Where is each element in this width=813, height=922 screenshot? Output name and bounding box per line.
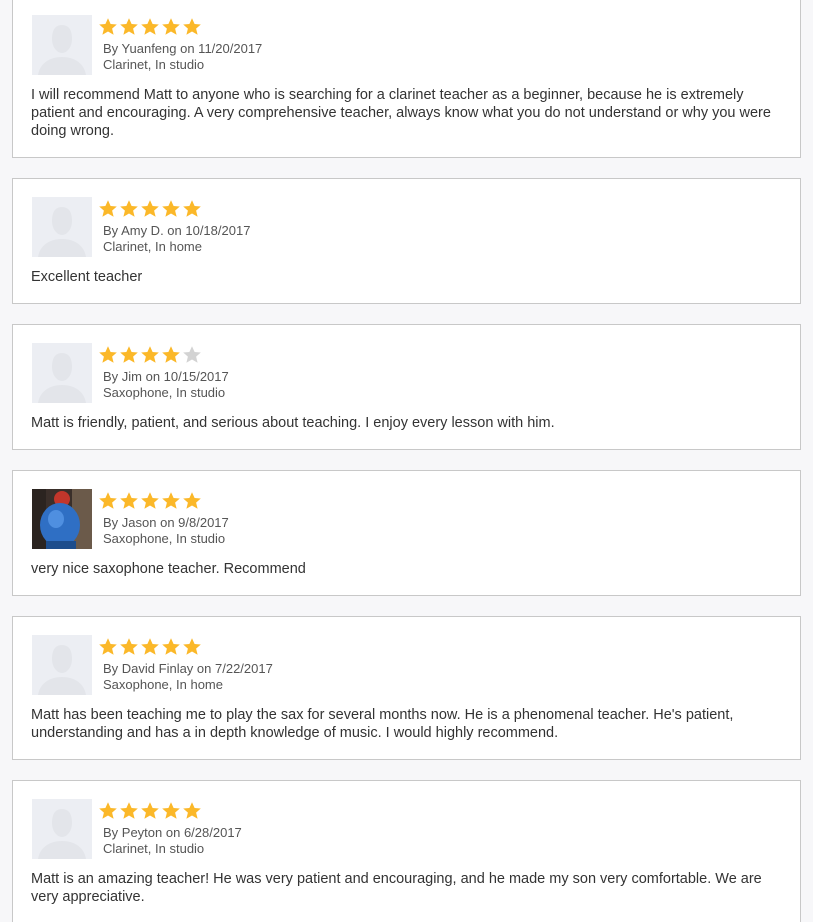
review-card: By Jim on 10/15/2017 Saxophone, In studi… <box>12 324 801 450</box>
star-filled-icon <box>183 200 201 217</box>
star-filled-icon <box>141 638 159 655</box>
star-filled-icon <box>120 638 138 655</box>
star-filled-icon <box>141 18 159 35</box>
review-text: Matt has been teaching me to play the sa… <box>31 707 734 741</box>
star-filled-icon <box>99 492 117 509</box>
star-filled-icon <box>183 18 201 35</box>
star-filled-icon <box>141 200 159 217</box>
star-filled-icon <box>120 200 138 217</box>
review-byline: By Jim on 10/15/2017 <box>103 369 229 384</box>
star-filled-icon <box>141 802 159 819</box>
star-rating <box>98 17 202 37</box>
star-filled-icon <box>99 802 117 819</box>
star-filled-icon <box>162 200 180 217</box>
star-filled-icon <box>99 346 117 363</box>
star-empty-icon <box>183 346 201 363</box>
review-byline: By Yuanfeng on 11/20/2017 <box>103 41 263 56</box>
star-filled-icon <box>99 200 117 217</box>
star-filled-icon <box>162 802 180 819</box>
star-filled-icon <box>183 802 201 819</box>
star-filled-icon <box>141 346 159 363</box>
star-rating <box>98 199 202 219</box>
reviews-list: By Yuanfeng on 11/20/2017 Clarinet, In s… <box>0 0 813 922</box>
user-photo <box>32 489 92 549</box>
lesson-type: Clarinet, In studio <box>103 57 205 72</box>
star-filled-icon <box>120 802 138 819</box>
star-rating <box>98 491 202 511</box>
star-rating <box>98 801 202 821</box>
review-card: By David Finlay on 7/22/2017 Saxophone, … <box>12 616 801 760</box>
review-byline: By David Finlay on 7/22/2017 <box>103 661 273 676</box>
review-text: Matt is friendly, patient, and serious a… <box>31 415 555 431</box>
star-filled-icon <box>183 638 201 655</box>
review-card: By Jason on 9/8/2017 Saxophone, In studi… <box>12 470 801 596</box>
review-text: Matt is an amazing teacher! He was very … <box>31 871 762 905</box>
default-avatar-icon <box>32 799 92 859</box>
star-filled-icon <box>120 346 138 363</box>
star-rating <box>98 637 202 657</box>
star-filled-icon <box>120 18 138 35</box>
review-text: I will recommend Matt to anyone who is s… <box>31 87 771 139</box>
lesson-type: Clarinet, In studio <box>103 841 205 856</box>
default-avatar-icon <box>32 635 92 695</box>
star-filled-icon <box>162 346 180 363</box>
star-filled-icon <box>162 18 180 35</box>
star-filled-icon <box>99 638 117 655</box>
default-avatar-icon <box>32 197 92 257</box>
user-photo-image <box>32 489 92 549</box>
star-filled-icon <box>183 492 201 509</box>
star-filled-icon <box>120 492 138 509</box>
default-avatar-icon <box>32 343 92 403</box>
review-card: By Peyton on 6/28/2017 Clarinet, In stud… <box>12 780 801 922</box>
star-filled-icon <box>141 492 159 509</box>
star-filled-icon <box>99 18 117 35</box>
review-byline: By Peyton on 6/28/2017 <box>103 825 242 840</box>
review-card: By Yuanfeng on 11/20/2017 Clarinet, In s… <box>12 0 801 158</box>
review-card: By Amy D. on 10/18/2017 Clarinet, In hom… <box>12 178 801 304</box>
review-text: very nice saxophone teacher. Recommend <box>31 561 306 577</box>
star-filled-icon <box>162 638 180 655</box>
star-filled-icon <box>162 492 180 509</box>
review-text: Excellent teacher <box>31 269 143 285</box>
lesson-type: Saxophone, In studio <box>103 385 226 400</box>
review-byline: By Amy D. on 10/18/2017 <box>103 223 251 238</box>
review-byline: By Jason on 9/8/2017 <box>103 515 229 530</box>
lesson-type: Saxophone, In home <box>103 677 223 692</box>
lesson-type: Saxophone, In studio <box>103 531 226 546</box>
default-avatar-icon <box>32 15 92 75</box>
star-rating <box>98 345 202 365</box>
lesson-type: Clarinet, In home <box>103 239 202 254</box>
